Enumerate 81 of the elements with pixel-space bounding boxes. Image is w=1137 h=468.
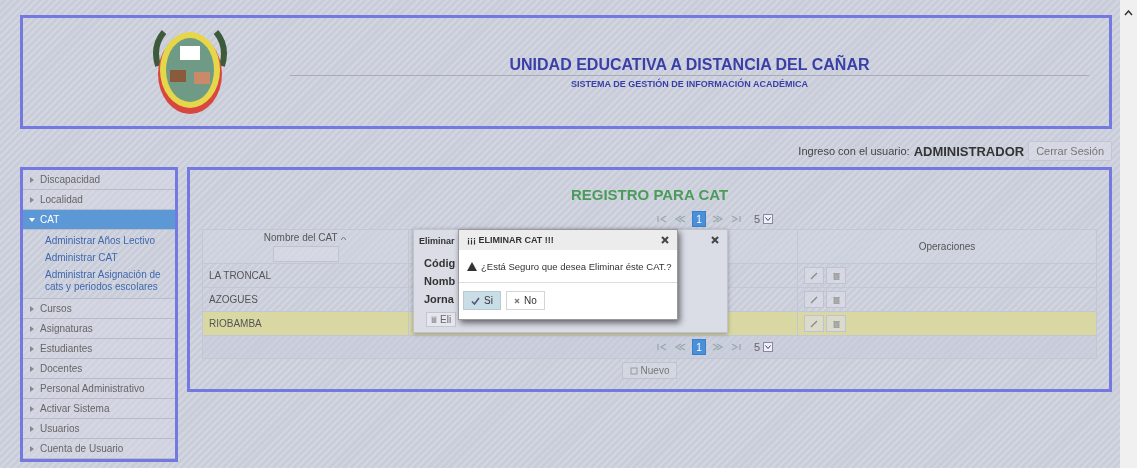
trash-icon <box>832 271 840 280</box>
username: ADMINISTRADOR <box>913 143 1025 159</box>
delete-button[interactable] <box>826 315 846 332</box>
document-icon <box>629 366 638 375</box>
menu-item[interactable]: Localidad <box>23 190 175 210</box>
previous-page-icon <box>673 215 686 223</box>
panel-title: REGISTRO PARA CAT <box>569 186 730 203</box>
caret-icon <box>29 216 35 223</box>
school-title: UNIDAD EDUCATIVA A DISTANCIA DEL CAÑAR <box>509 55 870 74</box>
table-cell: RIOBAMBA <box>202 311 409 336</box>
next-page-icon <box>711 215 724 223</box>
caret-icon <box>29 305 35 312</box>
first-page-icon <box>655 343 668 351</box>
caret-icon <box>29 176 35 183</box>
delete-button[interactable] <box>826 291 846 308</box>
warning-icon <box>467 261 477 271</box>
check-icon <box>471 296 480 305</box>
yes-button[interactable]: Si <box>463 291 501 310</box>
no-button[interactable]: No <box>505 291 545 310</box>
field-label: Nomb <box>424 275 456 287</box>
trash-icon <box>832 319 840 328</box>
login-label: Ingreso con el usuario: <box>798 145 910 157</box>
menu-item[interactable]: Cursos <box>23 299 175 319</box>
edit-button[interactable] <box>804 267 824 284</box>
page-button[interactable]: 1 <box>691 339 706 355</box>
close-icon <box>711 236 719 244</box>
previous-page-icon <box>673 343 686 351</box>
field-label: Códig <box>424 257 456 269</box>
edit-button[interactable] <box>804 291 824 308</box>
submenu-link[interactable]: Administrar Asignación de cats y periodos escolares <box>23 267 175 296</box>
trash-icon <box>431 316 437 323</box>
caret-icon <box>29 325 35 332</box>
caret-icon <box>29 385 35 392</box>
column-header[interactable]: Nombre del CAT <box>202 229 409 264</box>
sort-icon <box>340 235 348 241</box>
delete-button[interactable] <box>826 267 846 284</box>
menu-item[interactable]: Personal Administrativo <box>23 379 175 399</box>
logout-button[interactable]: Cerrar Sesión <box>1028 141 1112 161</box>
caret-icon <box>29 445 35 452</box>
confirm-message: ¿Está Seguro que desea Eliminar éste CAT.? <box>481 260 672 272</box>
scroll-up-icon[interactable] <box>1124 10 1133 16</box>
trash-icon <box>832 295 840 304</box>
field-label: Jorna <box>424 293 454 305</box>
system-subtitle: SISTEMA DE GESTIÓN DE INFORMACIÓN ACADÉMICA <box>571 78 808 89</box>
menu-item[interactable]: CAT <box>23 210 175 230</box>
pencil-icon <box>810 319 818 328</box>
rows-per-page-dropdown[interactable]: 5 <box>753 213 774 225</box>
table-cell: AZOGUES <box>202 287 409 312</box>
edit-button[interactable] <box>804 315 824 332</box>
menu-item[interactable]: Cuenta de Usuario <box>23 439 175 459</box>
last-page-icon <box>729 215 742 223</box>
next-page-icon <box>711 343 724 351</box>
page-button[interactable]: 1 <box>691 211 706 227</box>
submenu-link[interactable]: Administrar CAT <box>23 250 175 267</box>
pencil-icon <box>810 295 818 304</box>
caret-icon <box>29 345 35 352</box>
first-page-icon <box>655 215 668 223</box>
menu-item[interactable]: Usuarios <box>23 419 175 439</box>
dropdown-caret-icon <box>763 214 774 224</box>
last-page-icon <box>729 343 742 351</box>
menu-item[interactable]: Asignaturas <box>23 319 175 339</box>
dropdown-caret-icon <box>763 342 774 352</box>
menu-item[interactable]: Estudiantes <box>23 339 175 359</box>
caret-icon <box>29 365 35 372</box>
table-cell: LA TRONCAL <box>202 263 409 288</box>
dialog-title: ¡¡¡ ELIMINAR CAT !!! <box>467 235 554 245</box>
caret-icon <box>29 405 35 412</box>
caret-icon <box>29 425 35 432</box>
close-icon <box>661 236 669 244</box>
dialog-title: Eliminar <box>419 236 455 246</box>
column-header: Operaciones <box>797 229 1097 264</box>
submenu-link[interactable]: Administrar Años Lectivo <box>23 233 175 250</box>
delete-button[interactable]: Eli <box>426 312 457 327</box>
caret-icon <box>29 196 35 203</box>
rows-per-page-dropdown[interactable]: 5 <box>753 341 774 353</box>
menu-item[interactable]: Activar Sistema <box>23 399 175 419</box>
close-icon <box>513 297 520 304</box>
menu-item[interactable]: Discapacidad <box>23 170 175 190</box>
menu-item[interactable]: Docentes <box>23 359 175 379</box>
new-button[interactable]: Nuevo <box>621 362 678 379</box>
pencil-icon <box>810 271 818 280</box>
